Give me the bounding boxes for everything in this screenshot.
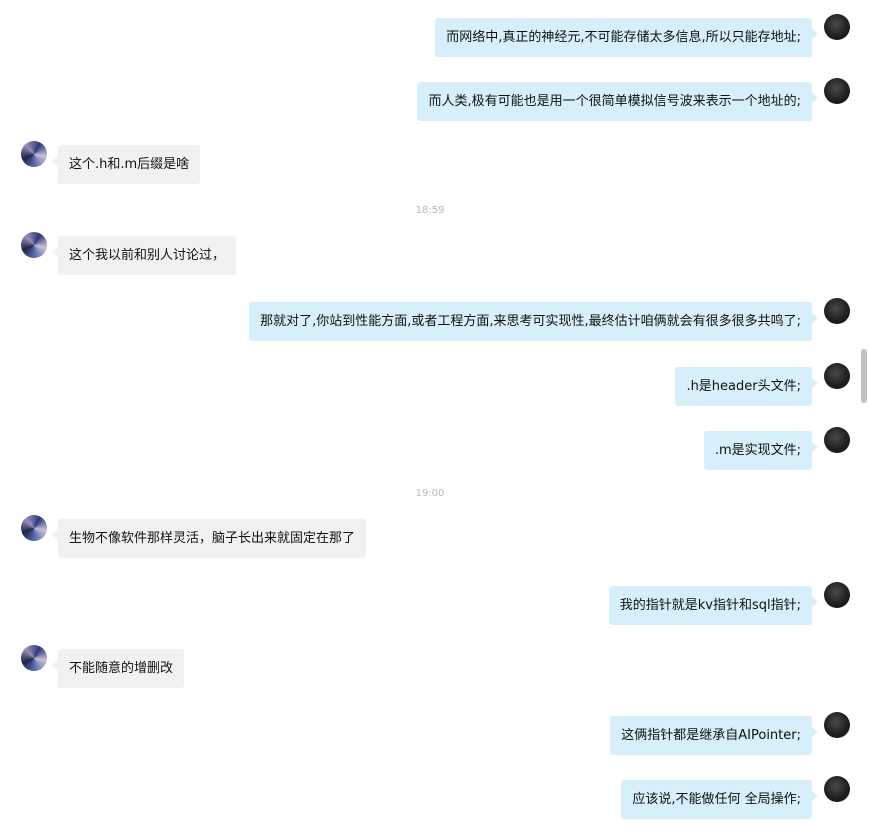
message-bubble[interactable]: 不能随意的增删改 bbox=[51, 649, 185, 688]
message-bubble[interactable]: 我的指针就是kv指针和sql指针; bbox=[608, 586, 819, 625]
self-avatar[interactable] bbox=[824, 78, 850, 104]
message-bubble[interactable]: 这个我以前和别人讨论过， bbox=[51, 236, 237, 275]
contact-avatar[interactable] bbox=[21, 645, 47, 671]
self-avatar[interactable] bbox=[824, 14, 850, 40]
message-bubble[interactable]: 生物不像软件那样灵活，脑子长出来就固定在那了 bbox=[51, 519, 367, 558]
self-avatar[interactable] bbox=[824, 427, 850, 453]
self-avatar[interactable] bbox=[824, 712, 850, 738]
message-bubble[interactable]: 这俩指针都是继承自AIPointer; bbox=[610, 716, 818, 755]
scrollbar-thumb[interactable] bbox=[861, 349, 867, 403]
self-avatar[interactable] bbox=[824, 298, 850, 324]
self-avatar[interactable] bbox=[824, 776, 850, 802]
timestamp: 18:59 bbox=[415, 205, 445, 216]
self-avatar[interactable] bbox=[824, 582, 850, 608]
message-bubble[interactable]: .h是header头文件; bbox=[675, 367, 818, 406]
message-bubble[interactable]: 应该说,不能做任何 全局操作; bbox=[621, 780, 818, 819]
timestamp: 19:00 bbox=[415, 488, 445, 499]
message-bubble[interactable]: 而网络中,真正的神经元,不可能存储太多信息,所以只能存地址; bbox=[435, 18, 818, 57]
chat-panel[interactable]: 而网络中,真正的神经元,不可能存储太多信息,所以只能存地址; 而人类,极有可能也是… bbox=[0, 0, 869, 837]
message-bubble[interactable]: 而人类,极有可能也是用一个很简单模拟信号波来表示一个地址的; bbox=[417, 82, 818, 121]
message-bubble[interactable]: 那就对了,你站到性能方面,或者工程方面,来思考可实现性,最终估计咱俩就会有很多很… bbox=[249, 302, 818, 341]
contact-avatar[interactable] bbox=[21, 141, 47, 167]
contact-avatar[interactable] bbox=[21, 515, 47, 541]
message-bubble[interactable]: .m是实现文件; bbox=[703, 431, 819, 470]
self-avatar[interactable] bbox=[824, 363, 850, 389]
message-bubble[interactable]: 这个.h和.m后缀是啥 bbox=[51, 145, 201, 184]
contact-avatar[interactable] bbox=[21, 232, 47, 258]
